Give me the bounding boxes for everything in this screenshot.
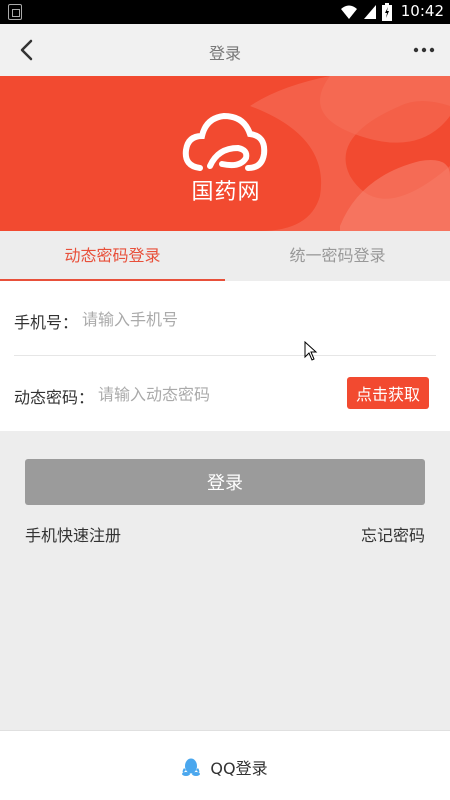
battery-icon [382, 3, 392, 21]
status-bar: 10:42 [0, 0, 450, 24]
sim-card-icon [8, 4, 22, 20]
phone-label: 手机号： [14, 313, 79, 332]
wifi-icon [341, 5, 357, 19]
tab-dynamic-password[interactable]: 动态密码登录 [0, 231, 225, 281]
login-form: 手机号： 动态密码： 点击获取 [0, 281, 450, 431]
get-code-button[interactable]: 点击获取 [347, 377, 429, 409]
login-button[interactable]: 登录 [25, 459, 425, 505]
more-button[interactable] [412, 36, 436, 64]
clock: 10:42 [400, 2, 444, 20]
third-party-login-bar: QQ登录 [0, 730, 450, 800]
qq-penguin-icon [182, 758, 201, 776]
phone-input[interactable] [82, 305, 422, 333]
signal-icon [364, 5, 376, 19]
status-icons [340, 3, 392, 21]
tab-unified-password[interactable]: 统一密码登录 [225, 231, 450, 281]
brand-logo-text: 国药网 [191, 180, 261, 205]
register-link[interactable]: 手机快速注册 [25, 522, 121, 546]
forgot-password-link[interactable]: 忘记密码 [361, 522, 425, 546]
mouse-pointer-icon [304, 341, 318, 361]
qq-login-label: QQ登录 [210, 759, 268, 778]
login-mode-tabs: 动态密码登录 统一密码登录 [0, 231, 450, 281]
code-label: 动态密码： [14, 388, 95, 407]
page-title: 登录 [208, 44, 241, 63]
qq-login-button[interactable]: QQ登录 [0, 755, 450, 779]
dynamic-code-input[interactable] [98, 380, 328, 408]
navigation-bar: 登录 [0, 24, 450, 76]
more-dots-icon [413, 47, 435, 53]
phone-row: 手机号： [14, 281, 436, 333]
